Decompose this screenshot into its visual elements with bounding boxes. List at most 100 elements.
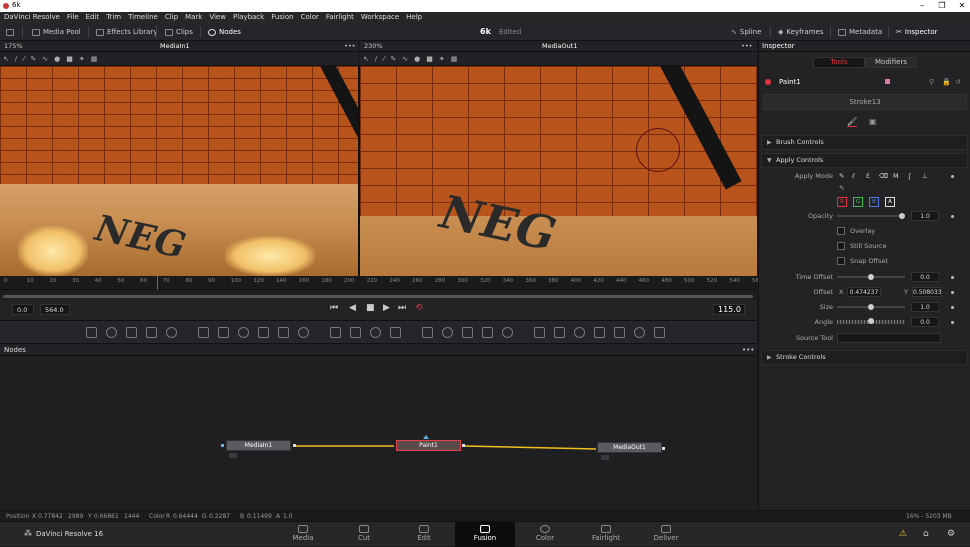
menu-fusion[interactable]: Fusion — [271, 12, 293, 23]
menu-color[interactable]: Color — [301, 12, 319, 23]
metadata-button[interactable]: Metadata — [838, 23, 882, 41]
node-mediaout[interactable]: MediaOut1 — [597, 442, 662, 453]
offset-y-value[interactable]: 0.508033 — [912, 287, 942, 297]
right-viewer-more-button[interactable]: ••• — [741, 41, 753, 52]
step-back-button[interactable]: ◀ — [349, 303, 356, 313]
keyframe-dot[interactable] — [951, 291, 954, 294]
tool-color-swatch[interactable] — [885, 79, 890, 84]
merge-3d-icon[interactable] — [614, 327, 625, 338]
play-button[interactable]: ▶ — [383, 303, 390, 313]
rect-tool-icon[interactable]: ■ — [66, 52, 73, 66]
media-pool-button[interactable]: Media Pool — [32, 23, 81, 41]
multistroke-tool-icon[interactable]: ∕ — [375, 52, 377, 66]
glow-icon[interactable] — [258, 327, 269, 338]
tool-enable-toggle[interactable] — [765, 79, 771, 85]
close-button[interactable]: ✕ — [954, 0, 970, 12]
rect-mask-icon[interactable] — [390, 327, 401, 338]
keyframe-dot[interactable] — [951, 276, 954, 279]
stop-button[interactable]: ■ — [366, 303, 375, 313]
text-icon[interactable] — [126, 327, 137, 338]
inspector-button[interactable]: ✂ Inspector — [896, 23, 938, 41]
polyline-tool-icon[interactable]: ∿ — [402, 52, 408, 66]
blur-icon[interactable] — [198, 327, 209, 338]
paint-tool-icon[interactable]: ✦ — [439, 52, 445, 66]
renderer-3d-icon[interactable] — [634, 327, 645, 338]
still-source-checkbox[interactable] — [837, 242, 845, 250]
keyframe-dot[interactable] — [951, 321, 954, 324]
light-3d-icon[interactable] — [654, 327, 665, 338]
particles-icon[interactable] — [166, 327, 177, 338]
paint-tool-icon[interactable]: ✦ — [79, 52, 85, 66]
node-mediain[interactable]: MediaIn1 — [226, 440, 291, 451]
brush-tool-icon[interactable]: ✎ — [30, 52, 36, 66]
left-viewer-image[interactable]: NEG — [0, 66, 358, 276]
circle-tool-icon[interactable]: ● — [414, 52, 420, 66]
color-corrector-icon[interactable] — [218, 327, 229, 338]
circle-tool-icon[interactable]: ● — [54, 52, 60, 66]
warning-icon[interactable]: ⚠ — [899, 529, 907, 539]
grid-tool-icon[interactable]: ▦ — [451, 52, 458, 66]
angle-value[interactable]: 0.0 — [911, 317, 939, 327]
playhead[interactable] — [156, 276, 158, 290]
crop-icon[interactable] — [350, 327, 361, 338]
node-editor[interactable]: MediaIn1 Paint1 MediaOut1 — [0, 356, 757, 510]
paint-node-icon[interactable] — [106, 327, 117, 338]
range-start-field[interactable]: 0.0 — [12, 304, 34, 315]
size-slider[interactable] — [837, 304, 905, 310]
node-paint[interactable]: Paint1 — [396, 440, 461, 451]
effects-library-button[interactable]: Effects Library — [96, 23, 158, 41]
page-media[interactable]: Media — [273, 522, 333, 547]
menu-timeline[interactable]: Timeline — [128, 12, 158, 23]
polygon-mask-icon[interactable] — [442, 327, 453, 338]
nodes-more-button[interactable]: ••• — [742, 344, 754, 356]
tab-modifiers[interactable]: Modifiers — [865, 57, 917, 68]
clips-button[interactable]: Clips — [165, 23, 193, 41]
stroke-name[interactable]: Stroke13 — [763, 94, 967, 110]
left-viewer-more-button[interactable]: ••• — [344, 41, 356, 52]
background-icon[interactable] — [86, 327, 97, 338]
page-edit[interactable]: Edit — [394, 522, 454, 547]
time-offset-slider[interactable] — [837, 274, 905, 280]
resize-icon[interactable] — [370, 327, 381, 338]
overlay-checkbox[interactable] — [837, 227, 845, 235]
brush-tool-icon[interactable]: ✎ — [390, 52, 396, 66]
tracker-icon[interactable] — [482, 327, 493, 338]
polyline-tool-icon[interactable]: ∿ — [42, 52, 48, 66]
transform-icon[interactable] — [330, 327, 341, 338]
menu-edit[interactable]: Edit — [86, 12, 100, 23]
page-fairlight[interactable]: Fairlight — [576, 522, 636, 547]
pin-icon[interactable]: ⚲ — [929, 75, 934, 89]
opacity-slider[interactable] — [837, 213, 905, 219]
image-plane-3d-icon[interactable] — [554, 327, 565, 338]
opacity-value[interactable]: 1.0 — [911, 211, 939, 221]
right-viewer-image[interactable]: NEG — [360, 66, 757, 276]
reset-icon[interactable]: ↺ — [955, 75, 961, 89]
channel-g-toggle[interactable]: G — [853, 197, 863, 207]
rect-tool-icon[interactable]: ■ — [426, 52, 433, 66]
stroke-tab-icon[interactable]: ▣ — [869, 117, 877, 126]
angle-thumbwheel[interactable] — [837, 318, 905, 324]
maximize-button[interactable]: ❐ — [934, 0, 950, 12]
grade-icon[interactable] — [238, 327, 249, 338]
bspline-mask-icon[interactable] — [462, 327, 473, 338]
range-end-field[interactable]: 564.0 — [40, 304, 70, 315]
menu-workspace[interactable]: Workspace — [361, 12, 399, 23]
ellipse-mask-icon[interactable] — [422, 327, 433, 338]
pointer-tool-icon[interactable]: ↖ — [3, 52, 9, 66]
stroke-controls-section[interactable]: ▶ Stroke Controls — [761, 350, 968, 365]
brush-controls-section[interactable]: ▶ Brush Controls — [761, 135, 968, 150]
multistroke-tool-icon[interactable]: ∕ — [15, 52, 17, 66]
scrub-track[interactable] — [3, 295, 753, 298]
home-icon[interactable]: ⌂ — [923, 529, 929, 539]
panel-toggle-button[interactable] — [6, 23, 14, 41]
page-deliver[interactable]: Deliver — [636, 522, 696, 547]
channel-r-toggle[interactable]: R — [837, 197, 847, 207]
merge-icon[interactable] — [298, 327, 309, 338]
source-tool-field[interactable] — [837, 333, 941, 343]
keyframe-dot[interactable] — [951, 175, 954, 178]
apply-controls-section[interactable]: ▼ Apply Controls — [761, 153, 968, 168]
size-value[interactable]: 1.0 — [911, 302, 939, 312]
channel-b-toggle[interactable]: B — [869, 197, 879, 207]
current-frame-field[interactable]: 115.0 — [713, 304, 745, 315]
time-ruler[interactable]: 0 10 20 30 40 50 60 70 80 90 100 120 140 160 180 200 220… — [0, 276, 759, 290]
